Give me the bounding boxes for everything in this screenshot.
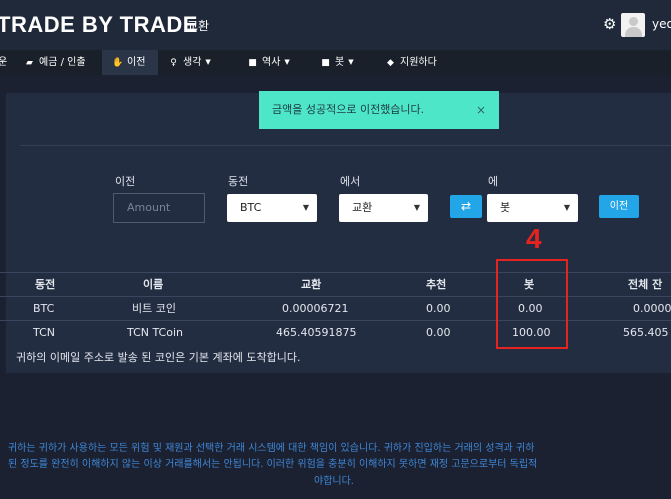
caret-down-icon: ▼ xyxy=(284,58,290,66)
coin-select[interactable]: BTC ▼ xyxy=(227,194,317,222)
nav-item-label: 이전 xyxy=(127,57,146,68)
disclaimer-line: 된 정도를 완전히 이해하지 않는 이상 거래를해서는 안됩니다. 이러한 위험… xyxy=(8,459,538,470)
from-select-value: 교환 xyxy=(352,201,373,214)
wallet-icon: ▰ xyxy=(26,58,33,68)
tag-icon: ◆ xyxy=(387,58,394,68)
chevron-down-icon: ▼ xyxy=(563,203,570,212)
gear-icon[interactable]: ⚙ xyxy=(603,15,616,33)
coin-select-value: BTC xyxy=(240,201,262,214)
close-icon[interactable]: × xyxy=(476,91,486,129)
table-cell: TCN xyxy=(33,326,55,339)
robot-icon: ■ xyxy=(321,58,330,68)
table-row: TCN TCN TCoin 465.40591875 0.00 100.00 5… xyxy=(0,320,671,344)
avatar[interactable] xyxy=(621,13,645,37)
nav-item-partial[interactable]: 운 xyxy=(0,50,7,75)
exchange-link[interactable]: 교환 xyxy=(187,17,209,34)
swap-icon: ⇄ xyxy=(460,199,472,213)
table-header-row: 동전 이름 교환 추천 봇 전체 잔 xyxy=(0,272,671,296)
to-select[interactable]: 봇 ▼ xyxy=(487,194,578,222)
nav-item-support[interactable]: ◆ 지원하다 xyxy=(381,50,441,75)
transfer-button[interactable]: 이전 xyxy=(599,195,639,218)
column-header: 전체 잔 xyxy=(628,278,663,291)
caret-down-icon: ▼ xyxy=(348,58,354,66)
nav-item-ideas[interactable]: ♀ 생각 ▼ xyxy=(164,50,215,75)
column-header: 교환 xyxy=(301,278,322,291)
nav-item-label: 봇 xyxy=(335,57,345,68)
annotation-number: 4 xyxy=(526,223,542,254)
list-icon: ■ xyxy=(248,58,257,68)
hand-icon: ✋ xyxy=(112,58,124,68)
amount-label: 이전 xyxy=(115,175,136,188)
from-label: 에서 xyxy=(340,175,361,188)
swap-button[interactable]: ⇄ xyxy=(450,195,482,218)
to-select-value: 봇 xyxy=(500,201,511,214)
main-nav: 운 ▰ 예금 / 인출 ✋ 이전 ♀ 생각 ▼ ■ 역사 ▼ ■ 봇 ▼ ◆ 지원하다 xyxy=(0,50,671,75)
table-cell: 0.00 xyxy=(426,326,451,339)
nav-item-deposit-withdraw[interactable]: ▰ 예금 / 인출 xyxy=(20,50,90,75)
table-cell: 0.0000 xyxy=(633,302,671,315)
nav-item-label: 지원하다 xyxy=(400,57,437,68)
brand-logo[interactable]: TRADE BY TRADE xyxy=(0,12,198,38)
divider xyxy=(20,145,671,146)
nav-item-history[interactable]: ■ 역사 ▼ xyxy=(243,50,294,75)
table-cell: 565.405 xyxy=(623,326,669,339)
column-header: 이름 xyxy=(143,278,164,291)
nav-item-bot[interactable]: ■ 봇 ▼ xyxy=(316,50,358,75)
table-cell: 0.00006721 xyxy=(282,302,349,315)
table-cell: BTC xyxy=(33,302,55,315)
column-header: 추천 xyxy=(426,278,447,291)
column-header: 동전 xyxy=(35,278,56,291)
chevron-down-icon: ▼ xyxy=(302,203,309,212)
table-row: BTC 비트 코인 0.00006721 0.00 0.00 0.0000 xyxy=(0,296,671,320)
to-label: 에 xyxy=(488,175,499,188)
deposit-note: 귀하의 이메일 주소로 발송 된 코인은 기본 계좌에 도착합니다. xyxy=(16,351,301,364)
coin-label: 동전 xyxy=(228,175,249,188)
chevron-down-icon: ▼ xyxy=(413,203,420,212)
from-select[interactable]: 교환 ▼ xyxy=(339,194,428,222)
top-header: TRADE BY TRADE 교환 ⚙ yeo xyxy=(0,0,671,50)
disclaimer-line: 야합니다. xyxy=(314,476,354,487)
table-cell: 0.00 xyxy=(426,302,451,315)
disclaimer-line: 귀하는 귀하가 사용하는 모든 위험 및 재원과 선택한 거래 시스템에 대한 … xyxy=(8,443,535,454)
caret-down-icon: ▼ xyxy=(205,58,211,66)
username-label[interactable]: yeo xyxy=(652,17,671,31)
success-toast: 금액을 성공적으로 이전했습니다. × xyxy=(259,91,499,129)
lightbulb-icon: ♀ xyxy=(170,58,177,68)
amount-input[interactable]: Amount xyxy=(113,193,205,223)
nav-item-label: 예금 / 인출 xyxy=(39,57,86,68)
nav-item-transfer[interactable]: ✋ 이전 xyxy=(102,50,158,75)
table-cell: 465.40591875 xyxy=(276,326,357,339)
table-cell: 비트 코인 xyxy=(132,302,176,315)
table-cell: TCN TCoin xyxy=(127,326,183,339)
nav-item-label: 생각 xyxy=(183,57,202,68)
nav-item-label: 역사 xyxy=(262,57,281,68)
toast-message: 금액을 성공적으로 이전했습니다. xyxy=(272,103,425,116)
annotation-highlight-box xyxy=(496,259,568,349)
